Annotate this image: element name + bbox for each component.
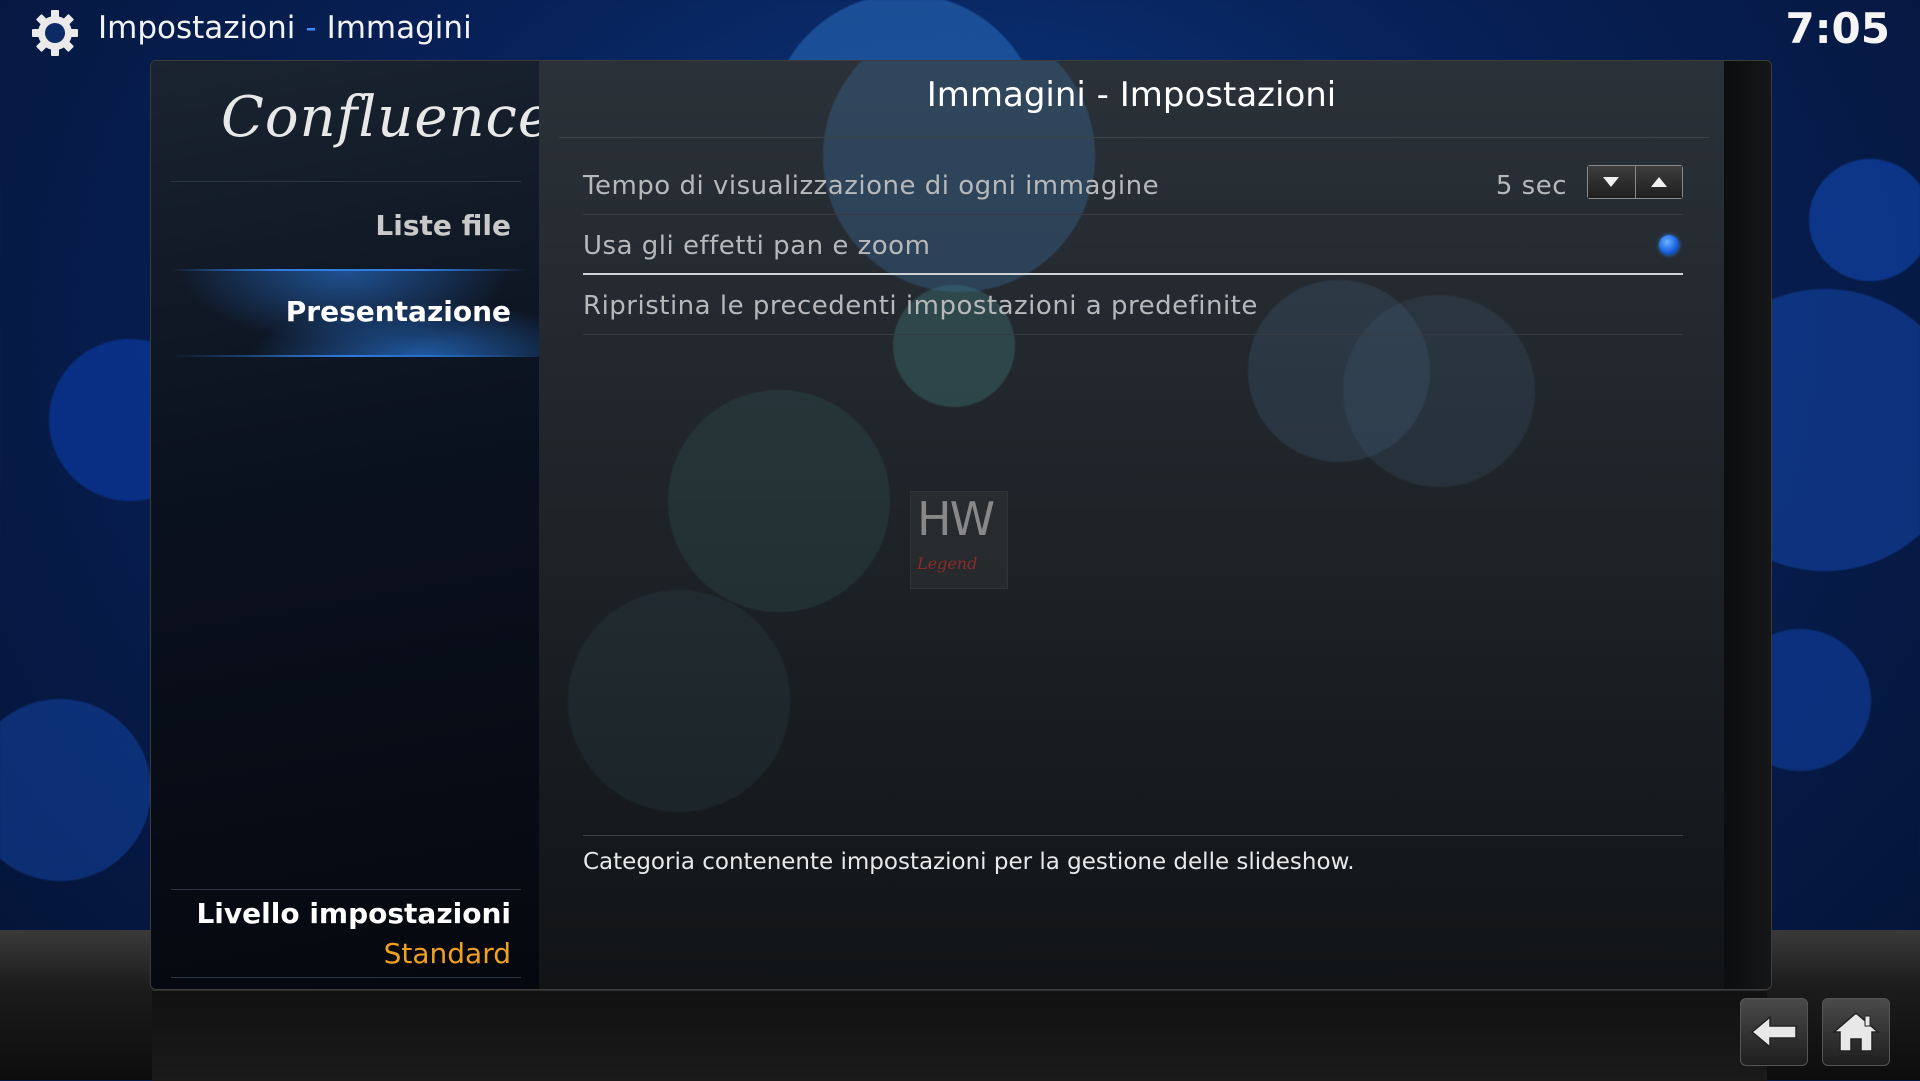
sidebar-item-label: Liste file <box>375 209 511 242</box>
settings-level-label: Livello impostazioni <box>196 897 511 930</box>
sidebar-divider <box>171 977 521 978</box>
title-divider <box>559 137 1709 138</box>
bottom-strip <box>152 990 1767 1081</box>
arrow-up-icon <box>1650 177 1667 187</box>
setting-row-reset-defaults[interactable]: Ripristina le precedenti impostazioni a … <box>583 277 1683 335</box>
back-icon <box>1750 1015 1797 1049</box>
watermark-line1: HW <box>917 492 995 546</box>
decrease-button[interactable] <box>1588 166 1635 198</box>
clock: 7:05 <box>1785 4 1890 53</box>
row-divider <box>583 334 1683 335</box>
breadcrumb-section: Impostazioni <box>98 10 296 46</box>
value-spinner <box>1587 165 1683 199</box>
sidebar-item-presentazione[interactable]: Presentazione <box>151 269 539 357</box>
row-divider <box>583 214 1683 215</box>
dialog-title: Immagini - Impostazioni <box>926 75 1337 115</box>
description-divider <box>583 835 1683 836</box>
settings-dialog: Confluence Liste file Presentazione Live… <box>150 60 1772 990</box>
sidebar-divider <box>171 181 521 182</box>
confluence-logo: Confluence <box>221 85 553 150</box>
setting-value: 5 sec <box>1495 171 1567 201</box>
setting-label: Tempo di visualizzazione di ogni immagin… <box>583 171 1160 201</box>
breadcrumb: Impostazioni - Immagini <box>98 10 472 46</box>
setting-label: Ripristina le precedenti impostazioni a … <box>583 291 1258 321</box>
setting-row-display-time[interactable]: Tempo di visualizzazione di ogni immagin… <box>583 157 1683 215</box>
sidebar-divider <box>171 889 521 890</box>
category-sidebar: Confluence Liste file Presentazione Live… <box>151 61 551 989</box>
sidebar-item-label: Presentazione <box>285 295 511 328</box>
pan-zoom-radio[interactable] <box>1659 235 1679 255</box>
increase-button[interactable] <box>1634 166 1682 198</box>
back-button[interactable] <box>1740 998 1808 1066</box>
sidebar-item-liste-file[interactable]: Liste file <box>151 209 511 242</box>
watermark-line2: Legend <box>917 554 978 573</box>
dialog-edge <box>1724 61 1771 989</box>
setting-row-pan-zoom[interactable]: Usa gli effetti pan e zoom <box>583 217 1683 275</box>
hw-legend-watermark: HW Legend <box>910 491 1008 589</box>
row-divider <box>583 273 1683 275</box>
home-button[interactable] <box>1822 998 1890 1066</box>
settings-panel: Immagini - Impostazioni ✕ Tempo di visua… <box>539 61 1724 989</box>
home-icon <box>1832 1012 1880 1052</box>
breadcrumb-separator: - <box>305 10 317 46</box>
top-bar: Impostazioni - Immagini 7:05 <box>0 0 1920 60</box>
settings-level-value[interactable]: Standard <box>384 937 511 970</box>
breadcrumb-subsection: Immagini <box>326 10 472 46</box>
category-description: Categoria contenente impostazioni per la… <box>583 849 1355 875</box>
arrow-down-icon <box>1603 177 1620 187</box>
setting-label: Usa gli effetti pan e zoom <box>583 231 931 261</box>
gear-icon <box>32 10 78 56</box>
